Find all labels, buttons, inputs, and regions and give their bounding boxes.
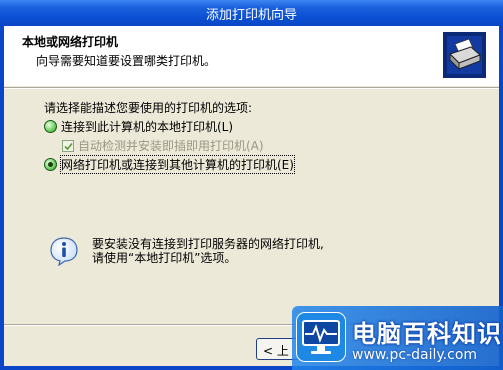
watermark-brand: 电脑百科知识 bbox=[352, 320, 502, 348]
info-icon bbox=[50, 237, 78, 266]
info-line-2: 请使用“本地打印机”选项。 bbox=[92, 251, 237, 265]
radio-network-printer[interactable]: 网络打印机或连接到其他计算机的打印机(E) bbox=[44, 155, 295, 174]
wizard-window: 添加打印机向导 本地或网络打印机 向导需要知道要设置哪类打印机。 请选择能描述您… bbox=[0, 0, 503, 370]
window-title: 添加打印机向导 bbox=[205, 8, 297, 23]
info-message: 要安装没有连接到打印服务器的网络打印机, 请使用“本地打印机”选项。 bbox=[92, 237, 324, 265]
printer-icon bbox=[441, 30, 488, 80]
title-bar[interactable]: 添加打印机向导 bbox=[0, 0, 503, 26]
radio-local-printer-label: 连接到此计算机的本地打印机(L) bbox=[61, 120, 234, 134]
radio-network-printer-label: 网络打印机或连接到其他计算机的打印机(E) bbox=[60, 155, 295, 174]
info-line-1: 要安装没有连接到打印服务器的网络打印机, bbox=[92, 237, 324, 251]
checkbox-icon[interactable] bbox=[62, 139, 74, 152]
page-title: 本地或网络打印机 bbox=[22, 35, 119, 49]
radio-button-icon[interactable] bbox=[44, 120, 57, 133]
watermark: 电脑百科知识 www.pc-daily.com bbox=[292, 306, 503, 370]
page-subtitle: 向导需要知道要设置哪类打印机。 bbox=[36, 54, 217, 68]
auto-detect-label: 自动检测并安装即插即用打印机(A) bbox=[78, 139, 264, 153]
watermark-url: www.pc-daily.com bbox=[352, 347, 478, 363]
options-prompt: 请选择能描述您要使用的打印机的选项: bbox=[44, 101, 253, 115]
header-divider bbox=[4, 87, 499, 89]
monitor-logo-icon bbox=[296, 312, 346, 362]
radio-local-printer[interactable]: 连接到此计算机的本地打印机(L) bbox=[44, 118, 233, 135]
auto-detect-checkbox[interactable]: 自动检测并安装即插即用打印机(A) bbox=[62, 137, 264, 154]
radio-button-selected-icon[interactable] bbox=[44, 158, 57, 171]
wizard-header: 本地或网络打印机 向导需要知道要设置哪类打印机。 bbox=[4, 26, 499, 86]
